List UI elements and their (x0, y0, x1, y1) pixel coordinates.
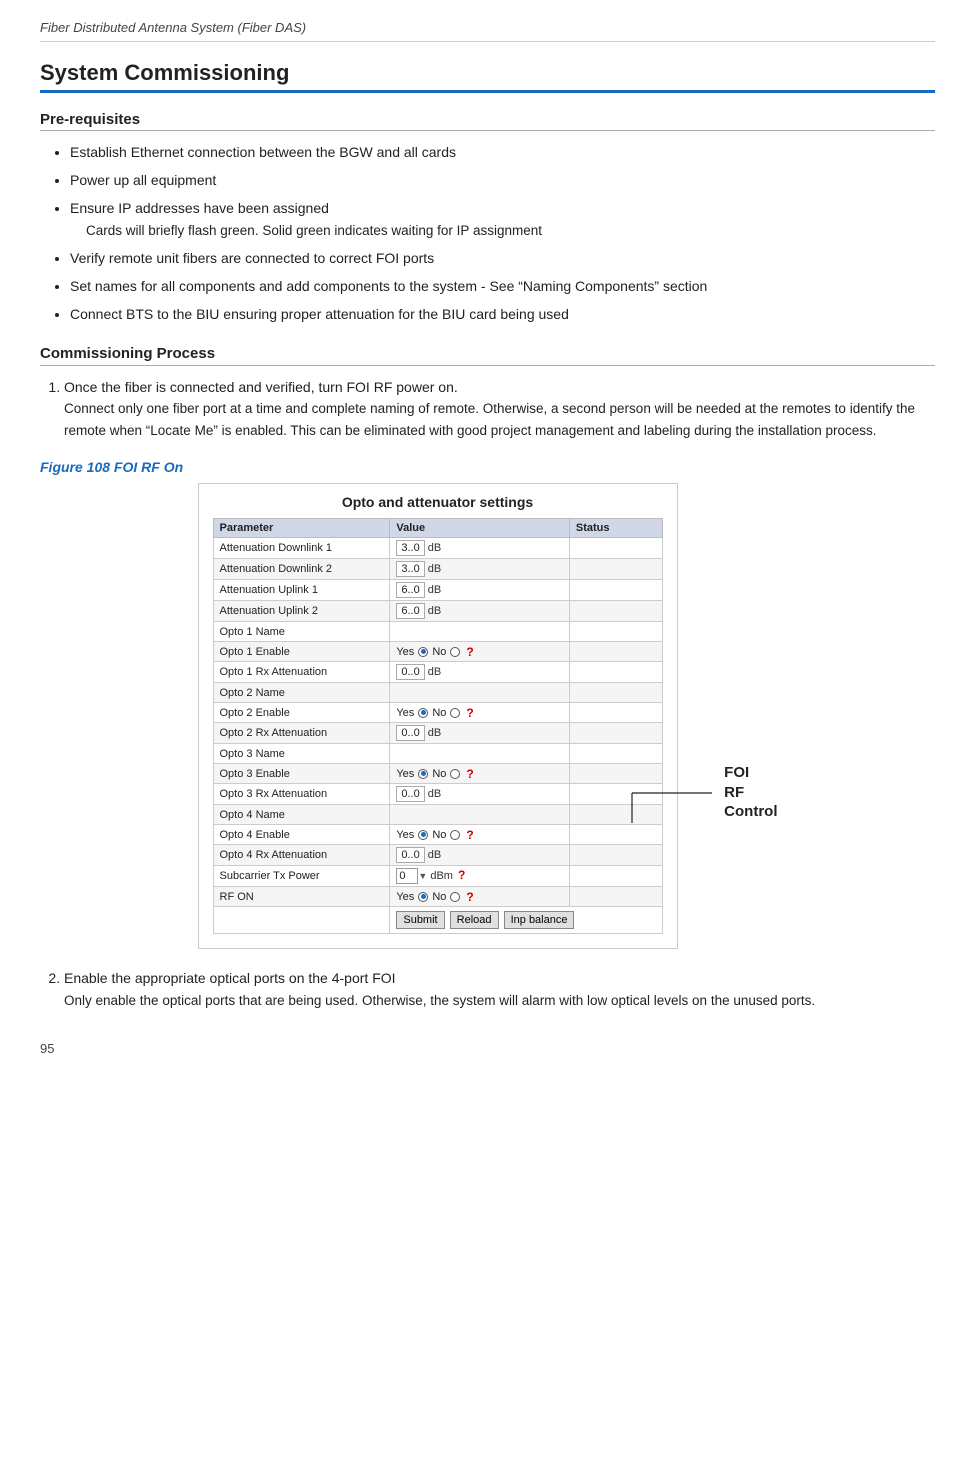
table-row: Opto 1 Rx Attenuation 0..0 dB (213, 662, 662, 683)
inp-balance-button[interactable]: Inp balance (504, 911, 575, 929)
table-row-buttons: Submit Reload Inp balance (213, 907, 662, 934)
foi-rf-control-label: FOIRFControl (724, 763, 777, 822)
table-row: Opto 2 Enable Yes No ? (213, 703, 662, 723)
doc-title: Fiber Distributed Antenna System (Fiber … (40, 20, 935, 42)
radio-no-rfon[interactable] (450, 892, 460, 902)
list-item: Enable the appropriate optical ports on … (64, 967, 935, 1011)
col-header-parameter: Parameter (213, 519, 390, 538)
table-row: Opto 3 Name (213, 744, 662, 764)
list-item: Once the fiber is connected and verified… (64, 376, 935, 442)
figure-box-title: Opto and attenuator settings (213, 494, 663, 510)
radio-yes-opto3[interactable] (418, 769, 428, 779)
table-row: Attenuation Downlink 2 3..0 dB (213, 559, 662, 580)
reload-button[interactable]: Reload (450, 911, 499, 929)
list-item: Ensure IP addresses have been assigned C… (70, 197, 935, 244)
radio-yes-opto1[interactable] (418, 647, 428, 657)
radio-yes-opto2[interactable] (418, 708, 428, 718)
list-item: Verify remote unit fibers are connected … (70, 247, 935, 271)
table-row: Subcarrier Tx Power 0▼ dBm ? (213, 866, 662, 887)
radio-no-opto3[interactable] (450, 769, 460, 779)
prereq-heading: Pre-requisites (40, 111, 935, 131)
table-row: Opto 3 Enable Yes No ? (213, 764, 662, 784)
table-row: Attenuation Uplink 1 6..0 dB (213, 580, 662, 601)
commissioning-heading: Commissioning Process (40, 345, 935, 366)
submit-button[interactable]: Submit (396, 911, 444, 929)
table-row: Opto 4 Enable Yes No ? (213, 825, 662, 845)
table-row: Opto 4 Name (213, 805, 662, 825)
annotation-line-svg (632, 773, 722, 813)
figure-label: Figure 108 FOI RF On (40, 459, 935, 475)
col-header-value: Value (390, 519, 570, 538)
col-header-status: Status (569, 519, 662, 538)
list-item: Set names for all components and add com… (70, 275, 935, 299)
radio-yes-opto4[interactable] (418, 830, 428, 840)
page-title: System Commissioning (40, 60, 935, 86)
table-row: Attenuation Uplink 2 6..0 dB (213, 601, 662, 622)
table-row: Opto 1 Name (213, 622, 662, 642)
list-item: Connect BTS to the BIU ensuring proper a… (70, 303, 935, 327)
table-row: Opto 1 Enable Yes No ? (213, 642, 662, 662)
figure-box: Opto and attenuator settings Parameter V… (198, 483, 678, 949)
prereq-list: Establish Ethernet connection between th… (40, 141, 935, 327)
table-row: RF ON Yes No ? (213, 887, 662, 907)
radio-yes-rfon[interactable] (418, 892, 428, 902)
list-item: Establish Ethernet connection between th… (70, 141, 935, 165)
annotation: FOIRFControl (632, 763, 777, 822)
settings-table: Parameter Value Status Attenuation Downl… (213, 518, 663, 934)
table-row: Opto 2 Rx Attenuation 0..0 dB (213, 723, 662, 744)
table-row: Opto 3 Rx Attenuation 0..0 dB (213, 784, 662, 805)
radio-no-opto1[interactable] (450, 647, 460, 657)
table-row: Attenuation Downlink 1 3..0 dB (213, 538, 662, 559)
list-item: Power up all equipment (70, 169, 935, 193)
radio-no-opto4[interactable] (450, 830, 460, 840)
radio-no-opto2[interactable] (450, 708, 460, 718)
figure-container: Opto and attenuator settings Parameter V… (198, 483, 778, 949)
page-number: 95 (40, 1041, 935, 1056)
table-row: Opto 2 Name (213, 683, 662, 703)
table-row: Opto 4 Rx Attenuation 0..0 dB (213, 845, 662, 866)
